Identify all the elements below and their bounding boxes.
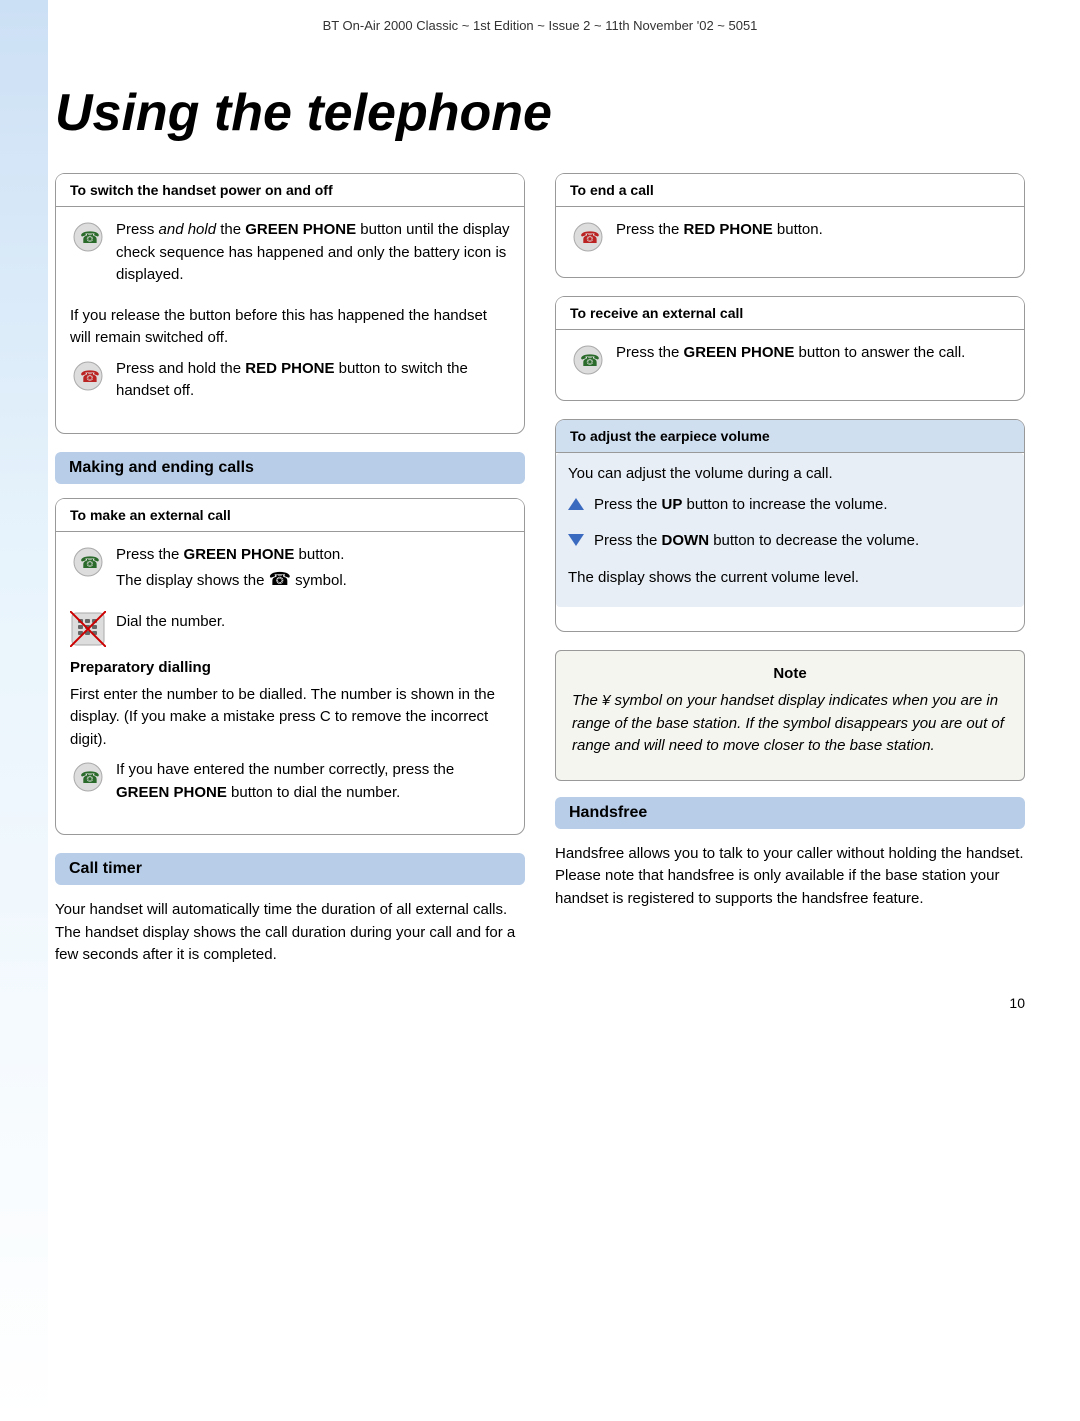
end-call-row: ☎ Press the RED PHONE button.: [570, 219, 1010, 255]
external-call-row-3: ☎ If you have entered the number correct…: [70, 759, 510, 812]
green-phone-icon-4: ☎: [570, 342, 606, 378]
making-calls-band: Making and ending calls: [55, 452, 525, 484]
volume-down-text: Press the DOWN button to decrease the vo…: [594, 530, 919, 553]
receive-call-text: Press the GREEN PHONE button to answer t…: [616, 342, 965, 365]
receive-call-box: To receive an external call ☎ Press the …: [555, 296, 1025, 401]
volume-para-4: The display shows the current volume lev…: [568, 567, 1012, 590]
red-phone-icon-1: ☎: [70, 358, 106, 394]
power-row-2: ☎ Press and hold the RED PHONE button to…: [70, 358, 510, 411]
arrow-down-icon: [568, 534, 584, 546]
end-call-text: Press the RED PHONE button.: [616, 219, 823, 242]
note-text: The ¥ symbol on your handset display ind…: [572, 690, 1008, 758]
volume-header: To adjust the earpiece volume: [556, 420, 1024, 453]
receive-call-title: To receive an external call: [570, 305, 743, 321]
red-phone-icon-2: ☎: [570, 219, 606, 255]
power-on-off-header: To switch the handset power on and off: [56, 174, 524, 207]
power-row-1: ☎ Press and hold the GREEN PHONE button …: [70, 219, 510, 295]
note-box: Note The ¥ symbol on your handset displa…: [555, 650, 1025, 781]
volume-up-row: Press the UP button to increase the volu…: [568, 494, 1012, 525]
handsfree-text: Handsfree allows you to talk to your cal…: [555, 843, 1025, 911]
page-header: BT On-Air 2000 Classic ~ 1st Edition ~ I…: [0, 0, 1080, 43]
header-text: BT On-Air 2000 Classic ~ 1st Edition ~ I…: [323, 18, 758, 33]
receive-call-row: ☎ Press the GREEN PHONE button to answer…: [570, 342, 1010, 378]
handsfree-label: Handsfree: [569, 804, 647, 821]
volume-box: To adjust the earpiece volume You can ad…: [555, 419, 1025, 632]
end-call-box: To end a call ☎ Press the RED PHONE butt…: [555, 173, 1025, 278]
volume-body: You can adjust the volume during a call.…: [556, 453, 1024, 607]
power-on-off-body: ☎ Press and hold the GREEN PHONE button …: [56, 207, 524, 411]
call-timer-label: Call timer: [69, 860, 142, 877]
end-call-body: ☎ Press the RED PHONE button.: [556, 207, 1024, 255]
power-para-1: Press and hold the GREEN PHONE button un…: [116, 219, 510, 287]
svg-text:☎: ☎: [80, 369, 100, 386]
call-timer-band: Call timer: [55, 853, 525, 885]
left-column: To switch the handset power on and off ☎…: [55, 173, 525, 975]
two-col-layout: To switch the handset power on and off ☎…: [55, 173, 1025, 975]
right-column: To end a call ☎ Press the RED PHONE butt…: [555, 173, 1025, 975]
external-call-header: To make an external call: [56, 499, 524, 532]
blue-sidebar: [0, 0, 48, 1421]
green-phone-icon-2: ☎: [70, 544, 106, 580]
receive-call-body: ☎ Press the GREEN PHONE button to answer…: [556, 330, 1024, 378]
external-call-box: To make an external call ☎ Press the GRE…: [55, 498, 525, 836]
arrow-up-icon: [568, 498, 584, 510]
receive-call-header: To receive an external call: [556, 297, 1024, 330]
svg-text:☎: ☎: [80, 555, 100, 572]
handsfree-band: Handsfree: [555, 797, 1025, 829]
external-call-title: To make an external call: [70, 507, 231, 523]
svg-text:☎: ☎: [80, 770, 100, 787]
end-call-title: To end a call: [570, 182, 654, 198]
dial-number-text: Dial the number.: [116, 611, 225, 634]
power-para-3: Press and hold the RED PHONE button to s…: [116, 358, 510, 403]
making-calls-label: Making and ending calls: [69, 459, 254, 476]
end-call-header: To end a call: [556, 174, 1024, 207]
preparatory-dialling-heading: Preparatory dialling: [70, 657, 510, 680]
external-call-row-2: Dial the number.: [70, 611, 510, 647]
power-para-2: If you release the button before this ha…: [70, 305, 510, 350]
external-call-para-4: If you have entered the number correctly…: [116, 759, 510, 804]
page-number: 10: [55, 975, 1025, 1011]
svg-text:☎: ☎: [80, 230, 100, 247]
page-title: Using the telephone: [55, 43, 1025, 173]
note-title: Note: [572, 665, 1008, 682]
call-timer-text: Your handset will automatically time the…: [55, 899, 525, 967]
svg-text:☎: ☎: [580, 230, 600, 247]
volume-up-text: Press the UP button to increase the volu…: [594, 494, 888, 517]
svg-text:☎: ☎: [580, 353, 600, 370]
external-call-row-1: ☎ Press the GREEN PHONE button. The disp…: [70, 544, 510, 602]
preparatory-dialling-text: First enter the number to be dialled. Th…: [70, 684, 510, 752]
volume-para-1: You can adjust the volume during a call.: [568, 463, 1012, 486]
green-phone-icon-3: ☎: [70, 759, 106, 795]
volume-down-row: Press the DOWN button to decrease the vo…: [568, 530, 1012, 561]
green-phone-icon-1: ☎: [70, 219, 106, 255]
external-call-body: ☎ Press the GREEN PHONE button. The disp…: [56, 532, 524, 813]
external-call-text-1: Press the GREEN PHONE button. The displa…: [116, 544, 347, 602]
keypad-icon: [70, 611, 106, 647]
volume-title: To adjust the earpiece volume: [570, 428, 770, 444]
power-on-off-title: To switch the handset power on and off: [70, 182, 333, 198]
power-on-off-box: To switch the handset power on and off ☎…: [55, 173, 525, 434]
